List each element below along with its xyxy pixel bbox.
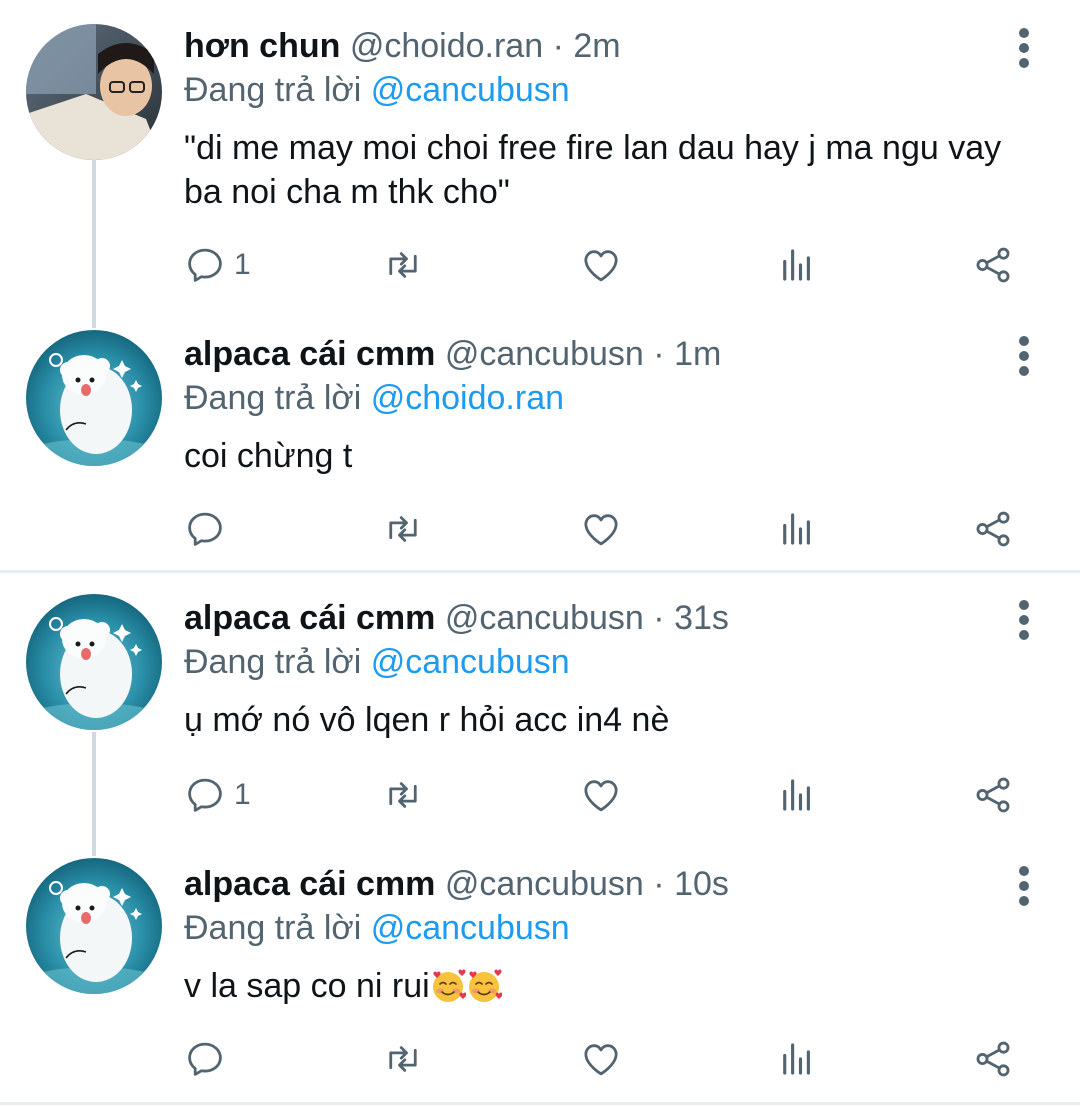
share-icon [972,508,1014,550]
reply-icon [184,508,226,550]
tweet-text: ụ mớ nó vô lqen r hỏi acc in4 nè [184,701,670,739]
user-handle[interactable]: @choido.ran [350,27,543,65]
action-bar: 1 [184,770,1034,820]
like-button[interactable] [580,240,622,290]
share-icon [972,244,1014,286]
separator: · [552,27,564,65]
retweet-button[interactable] [382,240,424,290]
replying-to: Đang trả lời @cancubusn [184,70,570,110]
reply-button[interactable] [184,1034,234,1084]
more-vertical-icon[interactable] [1008,600,1040,640]
separator: · [653,599,665,637]
heart-icon [580,244,622,286]
replying-to-label: Đang trả lời [184,909,362,947]
views-button[interactable] [776,504,818,554]
heart-icon [580,1038,622,1080]
analytics-icon [776,244,818,286]
retweet-button[interactable] [382,504,424,554]
share-icon [972,1038,1014,1080]
more-vertical-icon[interactable] [1008,28,1040,68]
reply-count: 1 [234,778,251,811]
mention-link[interactable]: @cancubusn [371,71,570,109]
reply-button[interactable] [184,504,234,554]
heart-icon [580,774,622,816]
views-button[interactable] [776,770,818,820]
display-name[interactable]: hơn chun [184,27,340,65]
avatar[interactable] [26,858,162,994]
replying-to-label: Đang trả lời [184,379,362,417]
reply-icon [184,244,226,286]
timestamp[interactable]: 10s [674,865,729,903]
avatar[interactable] [26,594,162,730]
retweet-icon [382,508,424,550]
like-button[interactable] [580,504,622,554]
share-button[interactable] [972,504,1014,554]
display-name[interactable]: alpaca cái cmm [184,865,435,903]
tweet-text: coi chừng t [184,437,353,475]
avatar[interactable] [26,24,162,160]
user-handle[interactable]: @cancubusn [445,335,644,373]
reply-count: 1 [234,248,251,281]
reply-icon [184,774,226,816]
analytics-icon [776,1038,818,1080]
user-handle[interactable]: @cancubusn [445,599,644,637]
like-button[interactable] [580,1034,622,1084]
thread-divider [0,570,1080,573]
tweet[interactable]: alpaca cái cmm @cancubusn · 10s Đang trả… [0,838,1080,1100]
share-button[interactable] [972,1034,1014,1084]
reply-button[interactable]: 1 [184,240,251,290]
reply-icon [184,1038,226,1080]
mention-link[interactable]: @choido.ran [371,379,564,417]
separator: · [653,335,665,373]
replying-to: Đang trả lời @cancubusn [184,908,570,948]
retweet-button[interactable] [382,770,424,820]
share-icon [972,774,1014,816]
retweet-button[interactable] [382,1034,424,1084]
tweet-text: "di me may moi choi free fire lan dau ha… [184,129,1002,211]
tweet[interactable]: alpaca cái cmm @cancubusn · 31s Đang trả… [0,574,1080,836]
tweet-text: v la sap co ni rui [184,964,1024,1008]
smiling-face-with-hearts-emoji [430,969,466,1003]
like-button[interactable] [580,770,622,820]
retweet-icon [382,1038,424,1080]
mention-link[interactable]: @cancubusn [371,643,570,681]
timestamp[interactable]: 2m [573,27,620,65]
share-button[interactable] [972,240,1014,290]
action-bar [184,504,1034,554]
replying-to: Đang trả lời @choido.ran [184,378,564,418]
replying-to: Đang trả lời @cancubusn [184,642,570,682]
bottom-divider [0,1102,1080,1105]
action-bar [184,1034,1034,1084]
views-button[interactable] [776,240,818,290]
reply-button[interactable]: 1 [184,770,251,820]
share-button[interactable] [972,770,1014,820]
replying-to-label: Đang trả lời [184,71,362,109]
tweet[interactable]: hơn chun @choido.ran · 2m Đang trả lời @… [0,0,1080,300]
more-vertical-icon[interactable] [1008,336,1040,376]
action-bar: 1 [184,240,1034,290]
views-button[interactable] [776,1034,818,1084]
separator: · [653,865,665,903]
smiling-face-with-hearts-emoji [466,969,502,1003]
tweet[interactable]: alpaca cái cmm @cancubusn · 1m Đang trả … [0,306,1080,566]
timestamp[interactable]: 1m [674,335,721,373]
mention-link[interactable]: @cancubusn [371,909,570,947]
analytics-icon [776,508,818,550]
retweet-icon [382,244,424,286]
timestamp[interactable]: 31s [674,599,729,637]
heart-icon [580,508,622,550]
display-name[interactable]: alpaca cái cmm [184,335,435,373]
avatar[interactable] [26,330,162,466]
replying-to-label: Đang trả lời [184,643,362,681]
display-name[interactable]: alpaca cái cmm [184,599,435,637]
tweet-text-content: v la sap co ni rui [184,967,430,1005]
analytics-icon [776,774,818,816]
retweet-icon [382,774,424,816]
user-handle[interactable]: @cancubusn [445,865,644,903]
more-vertical-icon[interactable] [1008,866,1040,906]
